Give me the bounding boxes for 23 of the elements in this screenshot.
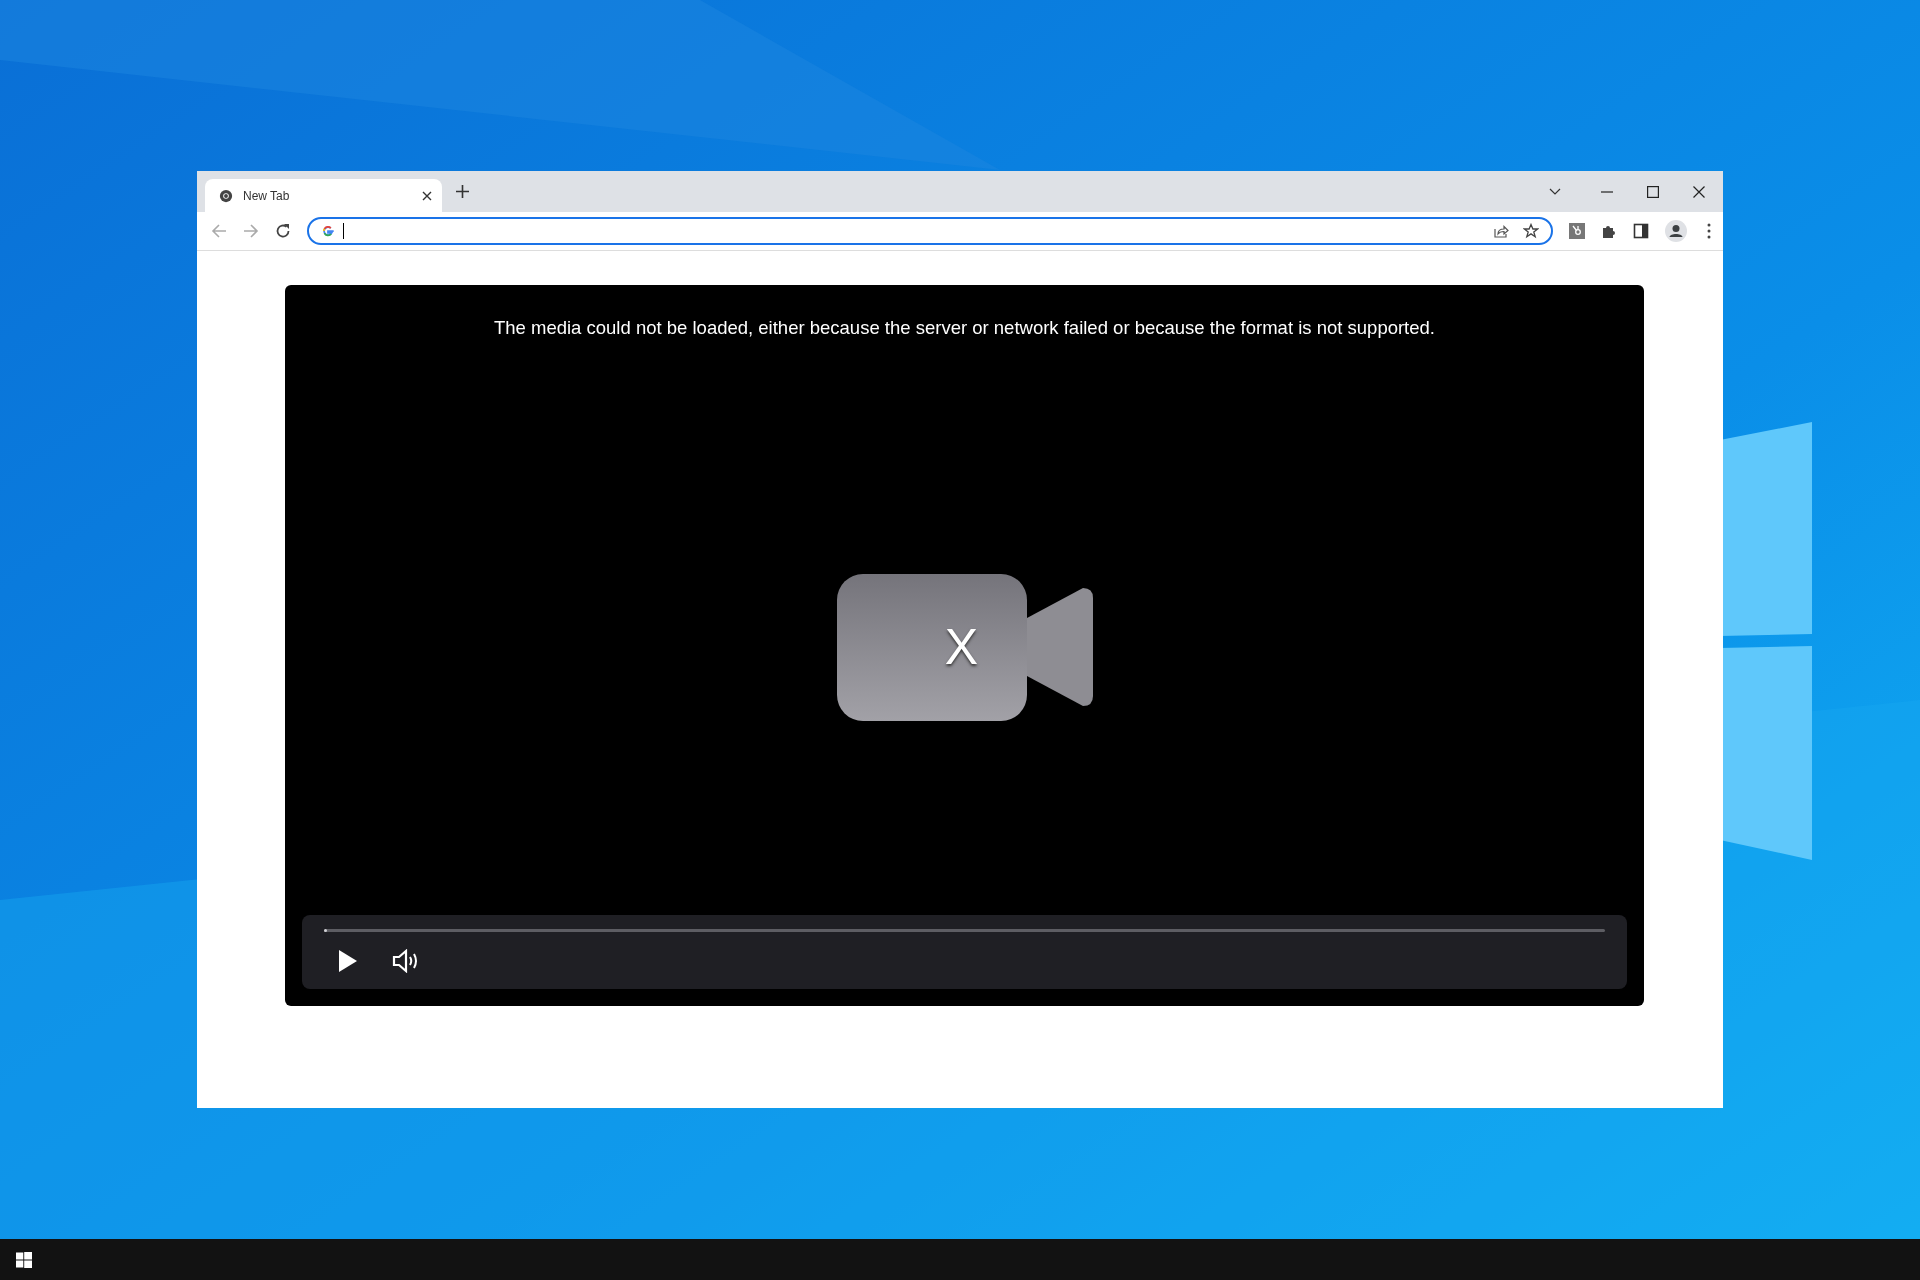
start-button-icon[interactable]	[16, 1251, 32, 1268]
error-message: The media could not be loaded, either because the server or network failed or because the format is not supported.	[493, 317, 1436, 339]
tab-title: New Tab	[243, 188, 291, 203]
browser-tab[interactable]: New Tab	[205, 179, 442, 212]
close-icon[interactable]	[1693, 185, 1705, 198]
progress-bar[interactable]	[324, 929, 327, 932]
google-icon	[321, 224, 335, 238]
new-tab-icon[interactable]	[456, 185, 469, 198]
share-icon[interactable]	[1493, 223, 1509, 239]
reload-icon[interactable]	[275, 223, 291, 239]
play-icon[interactable]	[338, 949, 358, 973]
puzzle-icon[interactable]	[1601, 223, 1617, 239]
star-icon[interactable]	[1523, 223, 1539, 239]
side-panel-icon[interactable]	[1633, 223, 1649, 239]
volume-icon[interactable]	[392, 949, 420, 973]
maximize-icon[interactable]	[1647, 185, 1659, 198]
browser-logo-icon	[219, 188, 233, 203]
address-field[interactable]	[307, 217, 1553, 245]
chevron-down-icon[interactable]	[1549, 187, 1561, 196]
close-icon[interactable]	[422, 190, 432, 201]
profile-icon[interactable]	[1665, 220, 1687, 242]
extension-icon[interactable]	[1569, 223, 1585, 239]
menu-icon[interactable]	[1707, 223, 1711, 239]
